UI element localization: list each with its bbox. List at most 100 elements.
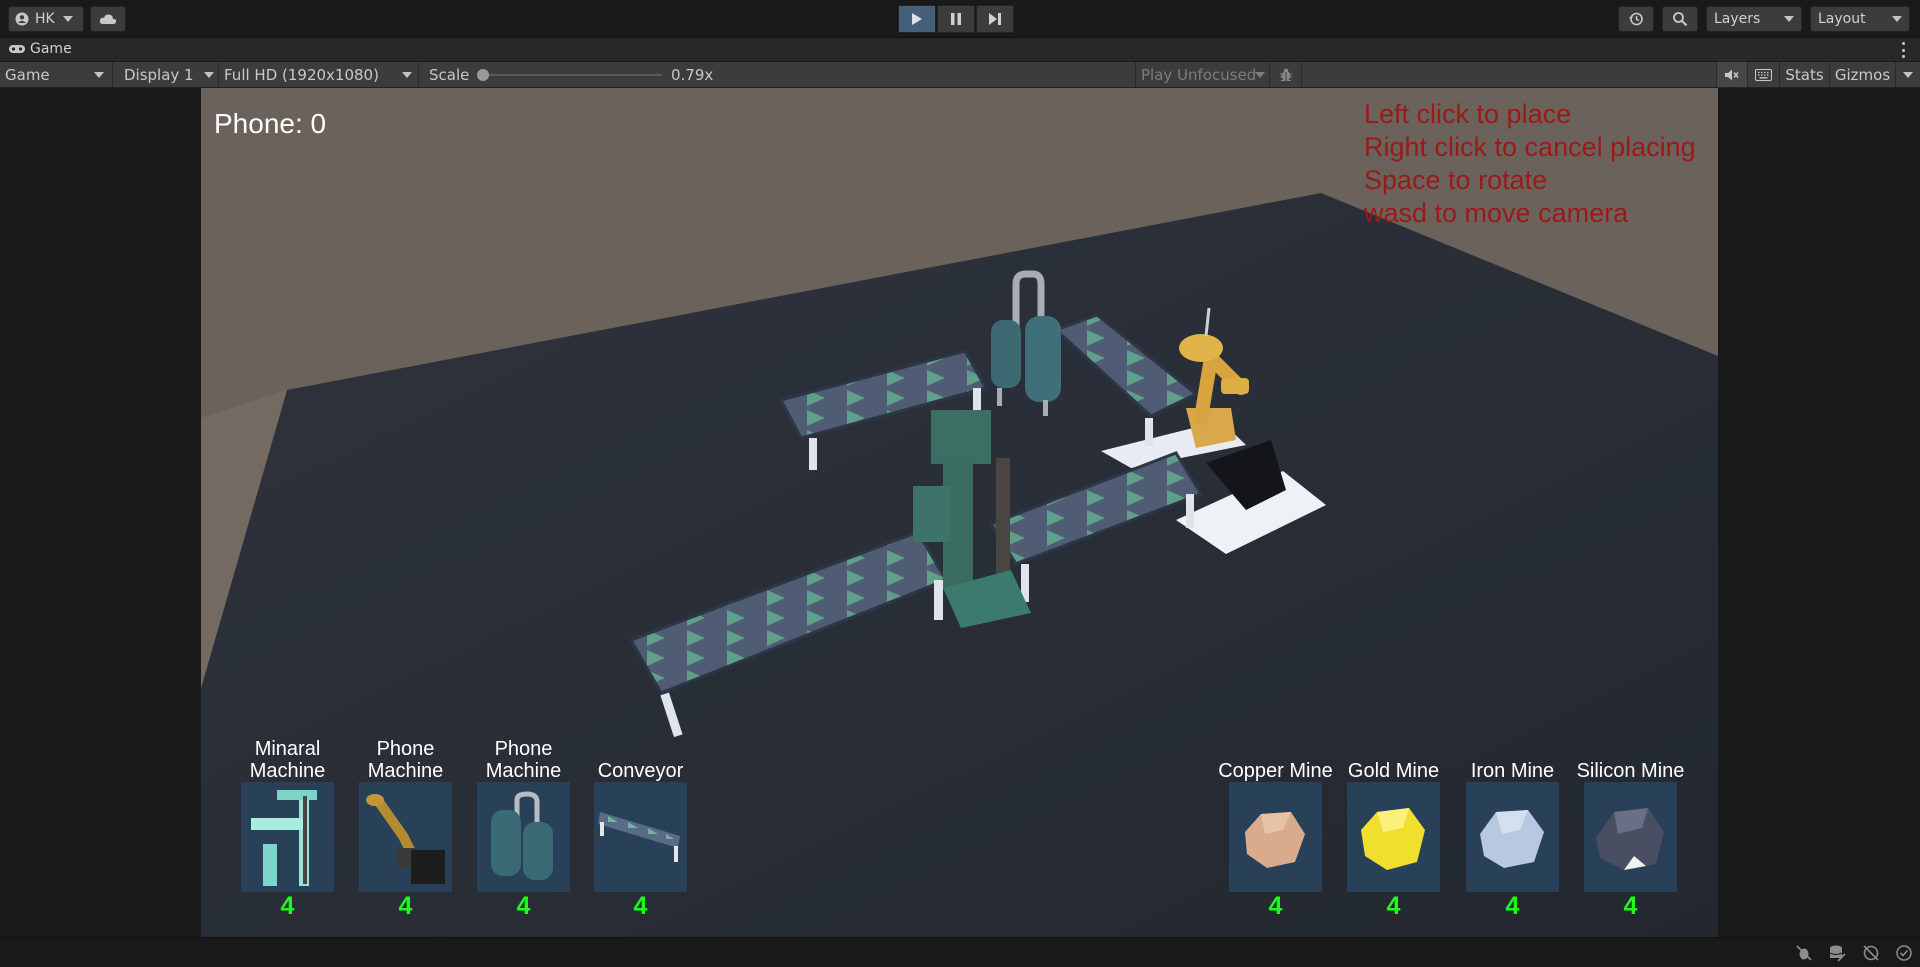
chevron-down-icon xyxy=(94,71,104,78)
build-card-phone-machine-arm[interactable]: Phone Machine 4 xyxy=(358,738,453,920)
build-card-minaral-machine[interactable]: Minaral Machine 4 xyxy=(240,738,335,920)
chevron-down-icon xyxy=(402,71,412,78)
display-label: Display 1 xyxy=(124,65,194,84)
card-label: Iron Mine xyxy=(1470,760,1555,782)
gizmos-button[interactable]: Gizmos xyxy=(1830,62,1896,87)
card-label: Conveyor xyxy=(597,760,684,782)
tab-game[interactable]: Game xyxy=(8,41,72,57)
scale-slider-thumb[interactable] xyxy=(477,69,489,81)
mine-card-gold[interactable]: Gold Mine 4 xyxy=(1346,738,1441,920)
history-button[interactable] xyxy=(1618,6,1654,32)
search-button[interactable] xyxy=(1662,6,1698,32)
play-mode-dropdown[interactable]: Play Unfocused xyxy=(1135,62,1270,87)
copper-ore-icon xyxy=(1229,782,1322,892)
tab-game-label: Game xyxy=(30,41,72,57)
layers-label: Layers xyxy=(1714,11,1761,27)
resolution-label: Full HD (1920x1080) xyxy=(224,65,379,84)
debug-off-icon[interactable] xyxy=(1795,944,1813,966)
step-button[interactable] xyxy=(976,5,1014,33)
game-viewport: Phone: 0 Left click to place Right click… xyxy=(0,88,1920,937)
instructions-panel: Left click to place Right click to cance… xyxy=(1364,98,1696,230)
gizmos-dropdown[interactable] xyxy=(1896,62,1920,87)
scale-slider[interactable] xyxy=(477,69,662,81)
tank-machine-icon xyxy=(477,782,570,892)
build-card-conveyor[interactable]: Conveyor 4 xyxy=(593,738,688,920)
instruction-line: Left click to place xyxy=(1364,99,1572,129)
scale-value: 0.79x xyxy=(671,65,714,84)
resolution-dropdown[interactable]: Full HD (1920x1080) xyxy=(219,62,419,87)
top-toolbar: HK Layers Layout xyxy=(0,0,1920,38)
view-mode-label: Game xyxy=(5,65,50,84)
card-count: 4 xyxy=(633,892,648,920)
account-button[interactable]: HK xyxy=(8,6,84,32)
play-mode-label: Play Unfocused xyxy=(1141,65,1257,84)
mine-card-copper[interactable]: Copper Mine 4 xyxy=(1218,738,1333,920)
gamepad-icon xyxy=(9,45,25,53)
layers-dropdown[interactable]: Layers xyxy=(1706,6,1802,32)
mute-audio-button[interactable] xyxy=(1716,62,1748,87)
card-label: Minaral Machine xyxy=(249,738,326,782)
card-label: Gold Mine xyxy=(1347,760,1440,782)
robot-arm-icon xyxy=(359,782,452,892)
more-options-icon[interactable] xyxy=(1902,42,1906,58)
gizmos-label: Gizmos xyxy=(1834,65,1891,84)
search-icon xyxy=(1673,12,1688,27)
cloud-button[interactable] xyxy=(90,6,126,32)
chevron-down-icon xyxy=(204,71,214,78)
layout-label: Layout xyxy=(1818,11,1866,27)
check-status-icon[interactable] xyxy=(1895,944,1913,966)
bug-icon xyxy=(1279,68,1292,81)
status-bar xyxy=(0,937,1920,967)
history-icon xyxy=(1629,12,1643,26)
phone-counter: Phone: 0 xyxy=(214,108,327,139)
card-label: Silicon Mine xyxy=(1576,760,1685,782)
play-button[interactable] xyxy=(898,5,936,33)
card-label: Copper Mine xyxy=(1218,760,1333,782)
layout-dropdown[interactable]: Layout xyxy=(1810,6,1910,32)
instruction-line: Right click to cancel placing xyxy=(1364,132,1696,162)
card-count: 4 xyxy=(1505,892,1520,920)
step-icon xyxy=(989,13,1001,25)
pause-button[interactable] xyxy=(937,5,975,33)
game-view-toolbar: Game Display 1 Full HD (1920x1080) Scale… xyxy=(0,62,1920,88)
card-label: Phone Machine xyxy=(367,738,444,782)
view-mode-dropdown[interactable]: Game xyxy=(0,62,113,87)
iron-ore-icon xyxy=(1466,782,1559,892)
card-count: 4 xyxy=(1386,892,1401,920)
account-icon xyxy=(15,12,29,26)
play-icon xyxy=(912,13,922,25)
keyboard-icon xyxy=(1755,68,1772,81)
cloud-icon xyxy=(99,13,117,25)
card-count: 4 xyxy=(1623,892,1638,920)
mine-card-iron[interactable]: Iron Mine 4 xyxy=(1465,738,1560,920)
build-card-phone-machine-tank[interactable]: Phone Machine 4 xyxy=(476,738,571,920)
mine-card-silicon[interactable]: Silicon Mine 4 xyxy=(1577,738,1685,920)
chevron-down-icon xyxy=(62,16,73,22)
game-tab-bar: Game xyxy=(0,38,1920,62)
display-dropdown[interactable]: Display 1 xyxy=(119,62,219,87)
gold-ore-icon xyxy=(1347,782,1440,892)
stats-button[interactable]: Stats xyxy=(1780,62,1830,87)
card-count: 4 xyxy=(1268,892,1283,920)
chevron-down-icon xyxy=(1903,71,1913,78)
network-off-icon[interactable] xyxy=(1862,944,1880,966)
chevron-down-icon xyxy=(1892,16,1902,22)
scale-control: Scale 0.79x xyxy=(424,62,714,87)
game-screen[interactable]: Phone: 0 Left click to place Right click… xyxy=(201,88,1718,937)
pause-icon xyxy=(951,13,961,25)
conveyor-icon xyxy=(594,782,687,892)
card-count: 4 xyxy=(516,892,531,920)
chevron-down-icon xyxy=(1255,71,1265,78)
account-label: HK xyxy=(35,11,55,27)
database-icon[interactable] xyxy=(1828,944,1846,966)
card-label: Phone Machine xyxy=(485,738,562,782)
card-count: 4 xyxy=(398,892,413,920)
debug-button[interactable] xyxy=(1270,62,1302,87)
stats-label: Stats xyxy=(1785,65,1824,84)
card-count: 4 xyxy=(280,892,295,920)
mineral-machine-icon xyxy=(241,782,334,892)
chevron-down-icon xyxy=(1784,16,1794,22)
playback-controls xyxy=(898,5,1014,33)
keyboard-shortcuts-button[interactable] xyxy=(1748,62,1780,87)
scale-label: Scale xyxy=(429,65,470,84)
